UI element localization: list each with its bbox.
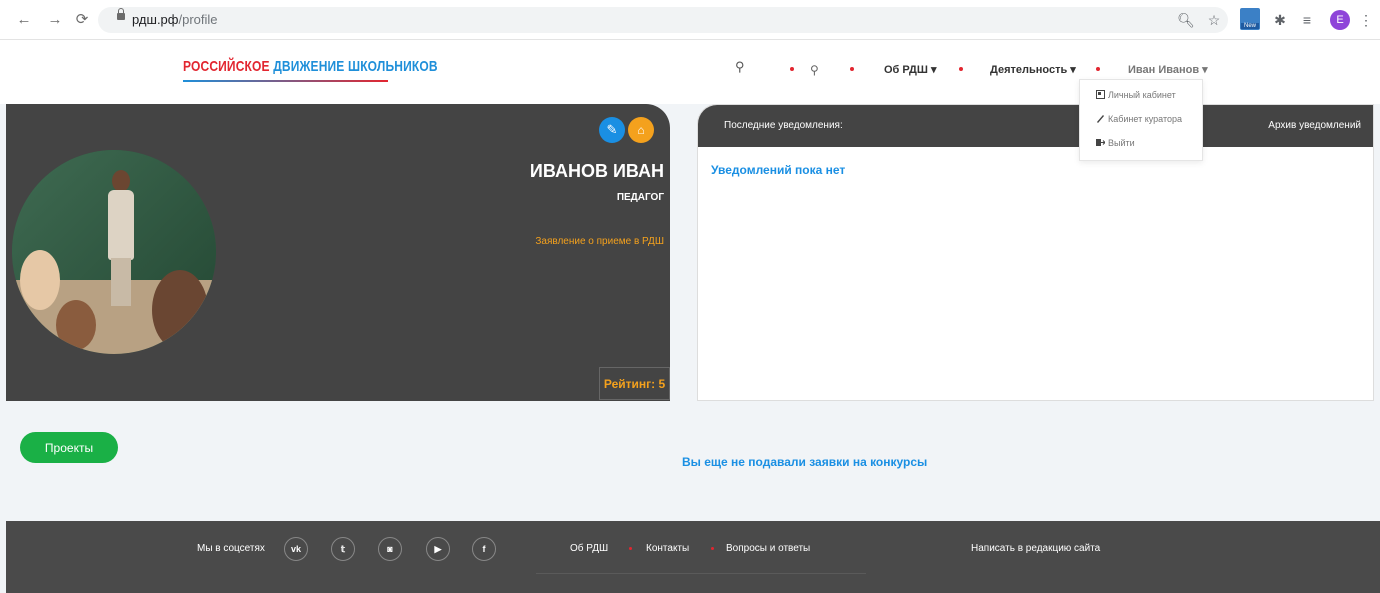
logo-underline: [183, 80, 388, 82]
zoom-icon[interactable]: 🔍︎: [1176, 10, 1196, 30]
extension-icon[interactable]: New: [1240, 8, 1260, 30]
no-applications-text: Вы еще не подавали заявки на конкурсы: [682, 455, 928, 469]
twitter-icon[interactable]: 𝕥: [331, 537, 355, 561]
notifications-panel: Последние уведомления: Архив уведомлений…: [697, 104, 1374, 401]
instagram-icon[interactable]: ◙: [378, 537, 402, 561]
footer-divider: [536, 573, 866, 574]
notifications-title: Последние уведомления:: [724, 120, 843, 131]
footer-write-editor-link[interactable]: Написать в редакцию сайта: [971, 543, 1100, 554]
footer: Мы в соцсетях vk 𝕥 ◙ ▶ f Об РДШ Контакты…: [6, 521, 1380, 593]
profile-role: ПЕДАГОГ: [616, 192, 664, 203]
profile-photo: [12, 150, 216, 354]
footer-link-about[interactable]: Об РДШ: [570, 543, 608, 554]
projects-button[interactable]: Проекты: [20, 432, 118, 463]
social-label: Мы в соцсетях: [197, 543, 265, 554]
nav-about[interactable]: Об РДШ ▾: [884, 63, 937, 76]
application-link[interactable]: Заявление о приеме в РДШ: [535, 236, 664, 247]
notifications-header: Последние уведомления: Архив уведомлений: [698, 105, 1373, 147]
forward-icon[interactable]: →: [45, 9, 65, 29]
nav-separator: [850, 67, 854, 71]
footer-separator: [711, 547, 714, 550]
profile-card: ✎ ⌂ ИВАНОВ ИВАН ПЕДАГОГ Заявление о прие…: [6, 104, 670, 401]
reading-list-icon[interactable]: ≡: [1297, 10, 1317, 30]
footer-link-contacts[interactable]: Контакты: [646, 543, 689, 554]
lock-icon: [117, 8, 125, 20]
edit-profile-button[interactable]: ✎: [599, 117, 625, 143]
home-button[interactable]: ⌂: [628, 117, 654, 143]
user-dropdown-menu: Личный кабинет Кабинет куратора Выйти: [1079, 79, 1203, 161]
footer-link-faq[interactable]: Вопросы и ответы: [726, 543, 810, 554]
profile-name: ИВАНОВ ИВАН: [529, 161, 664, 181]
footer-separator: [629, 547, 632, 550]
browser-toolbar: ← → ⟳ рдш.рф/profile 🔍︎ ☆ New ✱ ≡ E ⋮: [0, 0, 1380, 40]
nav-activity[interactable]: Деятельность ▾: [990, 63, 1076, 76]
bookmark-star-icon[interactable]: ☆: [1204, 10, 1224, 30]
extensions-puzzle-icon[interactable]: ✱: [1270, 10, 1290, 30]
logout-icon: [1096, 138, 1106, 147]
reload-icon[interactable]: ⟳: [72, 9, 92, 29]
nav-separator: [790, 67, 794, 71]
notifications-archive-link[interactable]: Архив уведомлений: [1268, 120, 1361, 131]
search-icon[interactable]: ⚲: [735, 59, 745, 75]
site-logo[interactable]: РОССИЙСКОЕ ДВИЖЕНИЕ ШКОЛЬНИКОВ: [183, 58, 438, 75]
menu-kebab-icon[interactable]: ⋮: [1356, 10, 1376, 30]
nav-user-menu[interactable]: Иван Иванов ▾: [1128, 63, 1208, 76]
profile-avatar[interactable]: E: [1330, 10, 1350, 30]
nav-separator: [1096, 67, 1100, 71]
facebook-icon[interactable]: f: [472, 537, 496, 561]
notifications-empty-text: Уведомлений пока нет: [711, 163, 846, 177]
accessibility-icon[interactable]: ⚲: [810, 63, 819, 77]
back-icon[interactable]: ←: [14, 9, 34, 29]
nav-separator: [959, 67, 963, 71]
menu-item-logout[interactable]: Выйти: [1096, 138, 1135, 148]
rating-badge: Рейтинг: 5: [599, 367, 670, 400]
pen-icon: [1096, 114, 1105, 123]
menu-item-personal-cabinet[interactable]: Личный кабинет: [1096, 90, 1176, 100]
vk-icon[interactable]: vk: [284, 537, 308, 561]
url-text[interactable]: рдш.рф/profile: [132, 12, 218, 27]
menu-item-curator-cabinet[interactable]: Кабинет куратора: [1096, 114, 1182, 124]
youtube-icon[interactable]: ▶: [426, 537, 450, 561]
address-bar[interactable]: [98, 7, 1228, 33]
id-card-icon: [1096, 90, 1105, 99]
